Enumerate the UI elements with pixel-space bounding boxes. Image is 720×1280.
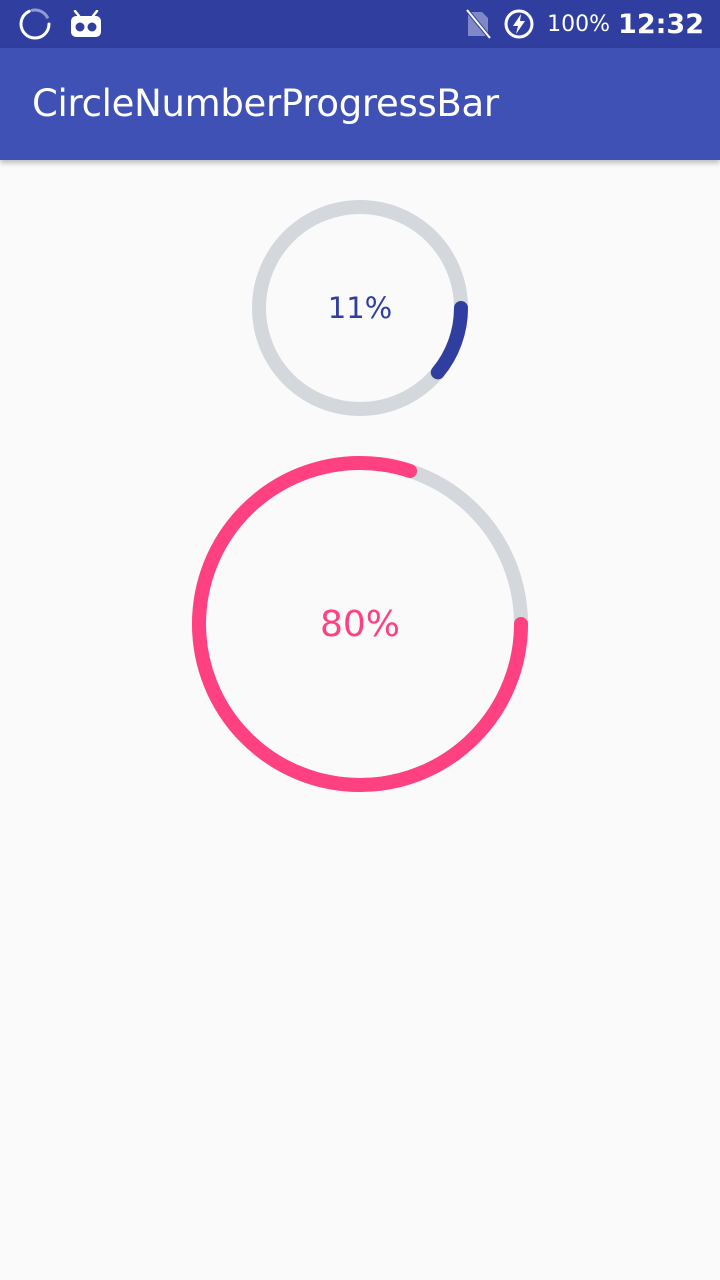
battery-charging-icon [503, 8, 535, 40]
sync-spinner-icon [18, 7, 52, 41]
status-left-icons [18, 8, 120, 40]
circle-progress-bar-small: 11% [252, 200, 468, 416]
status-bar: 100% 12:32 [0, 0, 720, 48]
circle-progress-bar-large: 80% [192, 456, 528, 792]
progress-percentage-label: 11% [327, 291, 393, 325]
status-right-icons: 100% 12:32 [465, 0, 704, 48]
app-title: CircleNumberProgressBar [32, 82, 499, 125]
progress-percentage-label: 80% [319, 603, 400, 645]
no-sim-icon [465, 9, 492, 39]
clock: 12:32 [618, 8, 704, 40]
app-bar: CircleNumberProgressBar [0, 48, 720, 160]
battery-percentage: 100% [547, 11, 611, 37]
android-debug-icon [70, 10, 102, 38]
